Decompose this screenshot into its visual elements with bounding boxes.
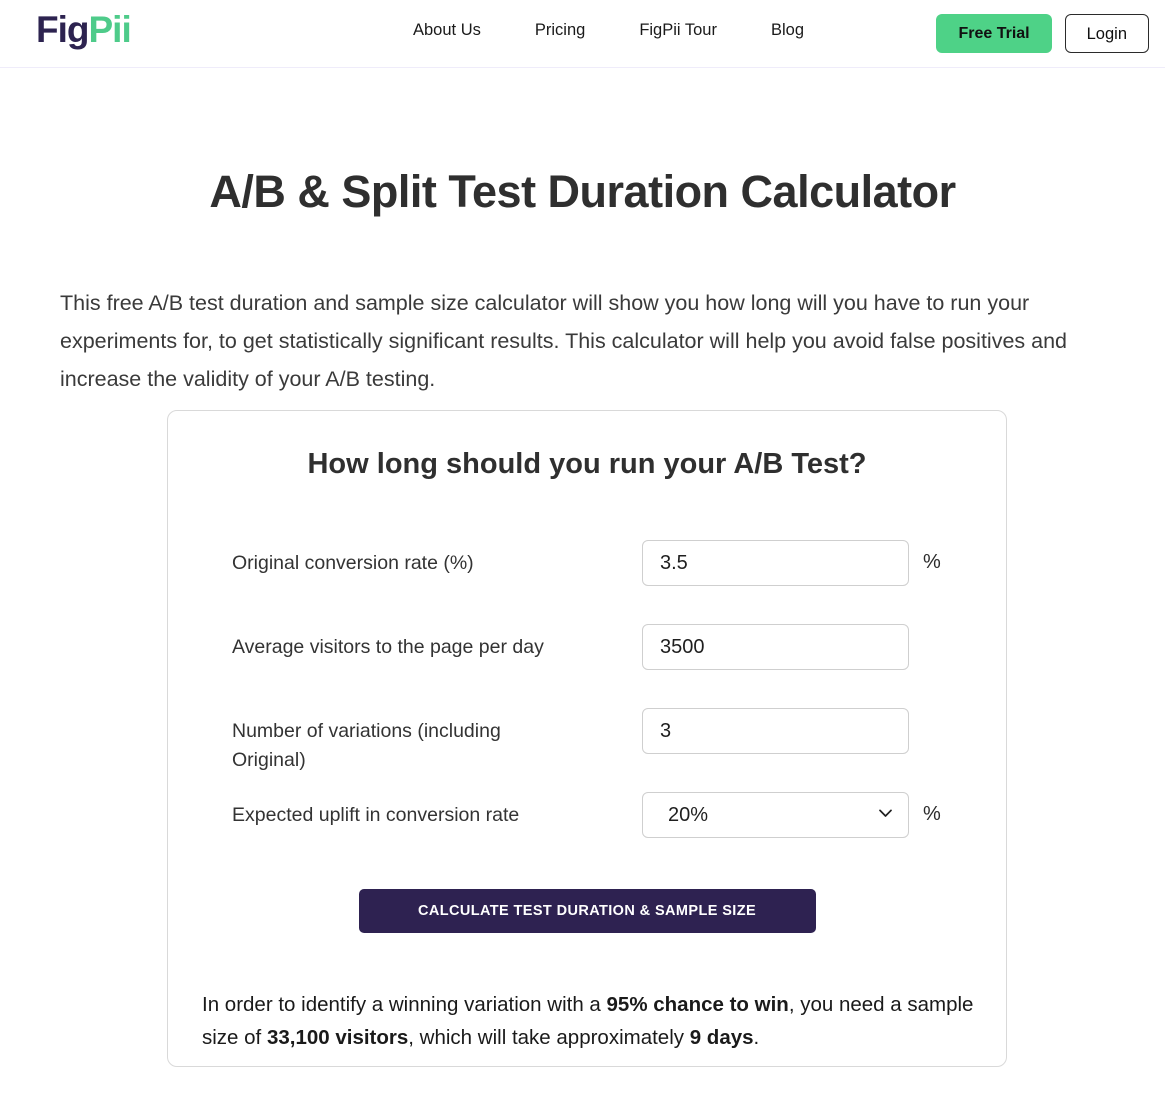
label-number-of-variations: Number of variations (including Original… <box>232 720 501 771</box>
form-row-expected-uplift: Expected uplift in conversion rate 5%10%… <box>168 792 1006 876</box>
suffix-original-conversion-rate: % <box>923 551 941 573</box>
form-row-number-of-variations: Number of variations (including Original… <box>168 708 1006 792</box>
input-number-of-variations[interactable] <box>642 708 909 754</box>
input-average-visitors[interactable] <box>642 624 909 670</box>
site-header: FigPii About Us Pricing FigPii Tour Blog… <box>0 0 1165 68</box>
calculate-button-wrap: CALCULATE TEST DURATION & SAMPLE SIZE <box>168 889 1006 933</box>
input-original-conversion-rate[interactable] <box>642 540 909 586</box>
result-duration: 9 days <box>689 1025 754 1049</box>
field-wrap-average-visitors <box>642 624 909 670</box>
result-summary: In order to identify a winning variation… <box>202 988 974 1054</box>
field-wrap-expected-uplift: 5%10%15%20%25%30% <box>642 792 909 838</box>
field-wrap-original-conversion-rate <box>642 540 909 586</box>
nav-item-blog[interactable]: Blog <box>771 21 804 40</box>
label-average-visitors: Average visitors to the page per day <box>232 636 544 658</box>
nav-item-about-us[interactable]: About Us <box>413 21 481 40</box>
free-trial-button[interactable]: Free Trial <box>936 14 1052 53</box>
result-text-part4: . <box>753 1025 760 1049</box>
result-confidence: 95% chance to win <box>606 992 789 1016</box>
select-wrap-expected-uplift: 5%10%15%20%25%30% <box>642 792 909 838</box>
calculate-button[interactable]: CALCULATE TEST DURATION & SAMPLE SIZE <box>358 889 816 933</box>
page-intro-paragraph: This free A/B test duration and sample s… <box>60 290 1067 391</box>
result-text-part1: In order to identify a winning variation… <box>202 992 607 1016</box>
suffix-expected-uplift: % <box>923 803 941 825</box>
login-button[interactable]: Login <box>1064 14 1149 53</box>
calculator-form: Original conversion rate (%) % Average v… <box>168 540 1006 876</box>
result-sample-size: 33,100 visitors <box>266 1025 409 1049</box>
select-expected-uplift[interactable]: 5%10%15%20%25%30% <box>642 792 909 838</box>
field-wrap-number-of-variations <box>642 708 909 754</box>
header-actions: Free Trial Login <box>936 14 1149 53</box>
form-row-average-visitors: Average visitors to the page per day <box>168 624 1006 708</box>
logo-text-fig: Fig <box>36 9 89 50</box>
calculator-card: How long should you run your A/B Test? O… <box>167 410 1007 1067</box>
result-text-part3: , which will take approximately <box>408 1025 690 1049</box>
nav-item-pricing[interactable]: Pricing <box>535 21 585 40</box>
figpii-logo[interactable]: FigPii <box>36 9 132 50</box>
main-navigation: About Us Pricing FigPii Tour Blog <box>413 21 804 40</box>
calculator-title: How long should you run your A/B Test? <box>307 448 867 480</box>
label-original-conversion-rate: Original conversion rate (%) <box>232 552 474 574</box>
page-title: A/B & Split Test Duration Calculator <box>209 166 956 217</box>
label-expected-uplift: Expected uplift in conversion rate <box>232 804 520 826</box>
logo-text-pii: Pii <box>88 9 131 50</box>
nav-item-figpii-tour[interactable]: FigPii Tour <box>639 21 717 40</box>
form-row-original-conversion-rate: Original conversion rate (%) % <box>168 540 1006 624</box>
